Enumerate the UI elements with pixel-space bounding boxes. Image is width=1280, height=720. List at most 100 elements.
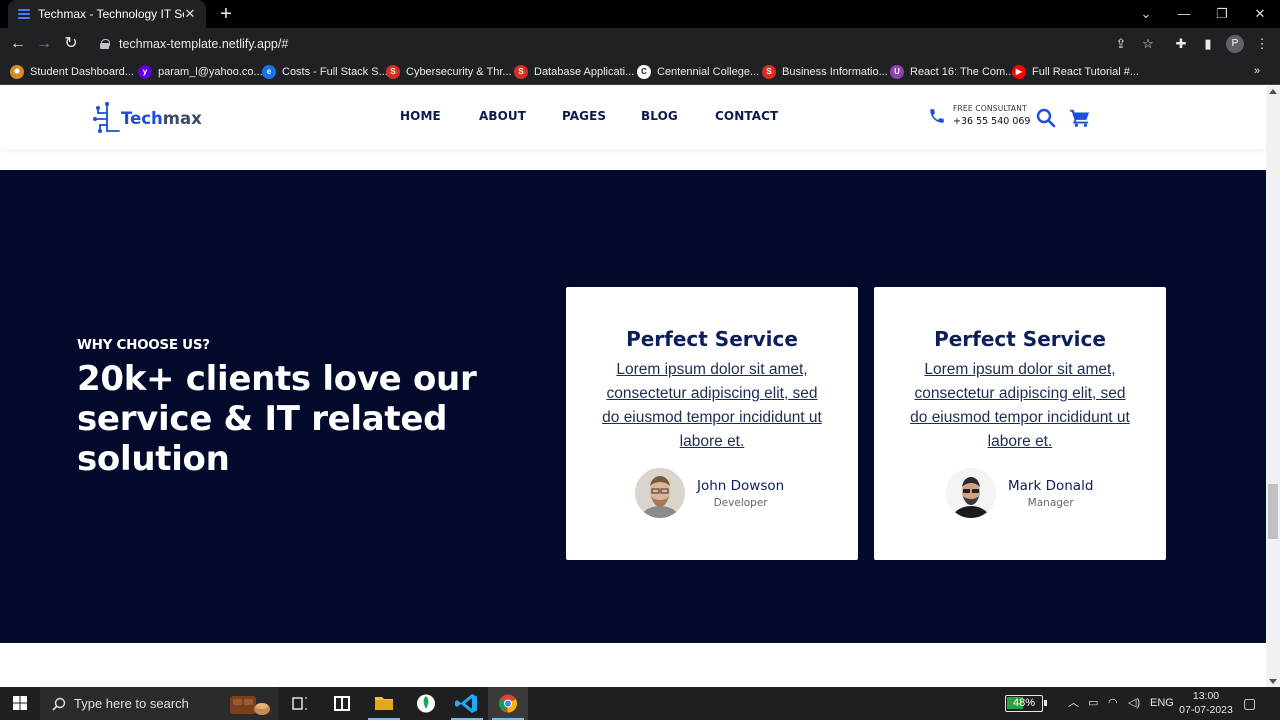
logo-text-max: max xyxy=(162,108,202,128)
windows-start-icon[interactable] xyxy=(0,687,40,720)
bookmark-item[interactable]: e Costs - Full Stack S... xyxy=(262,59,388,84)
author-name: Mark Donald xyxy=(1008,477,1094,494)
bookmark-label: React 16: The Com... xyxy=(910,65,1015,78)
cart-icon[interactable] xyxy=(1070,108,1090,128)
scroll-up-arrow-icon[interactable] xyxy=(1269,89,1277,94)
clock-time: 13:00 xyxy=(1192,690,1220,702)
reload-icon[interactable]: ↻ xyxy=(60,33,82,55)
back-arrow-icon[interactable]: ← xyxy=(7,33,29,55)
taskbar-app-vscode[interactable] xyxy=(447,687,487,720)
bookmark-item[interactable]: S Database Applicati... xyxy=(514,59,634,84)
card-author: John Dowson Developer xyxy=(635,468,784,518)
testimonial-card: Perfect Service Lorem ipsum dolor sit am… xyxy=(874,287,1166,560)
site-logo[interactable]: Techmax xyxy=(92,100,202,136)
new-tab-button[interactable]: + xyxy=(216,4,236,24)
close-tab-icon[interactable]: ✕ xyxy=(182,6,198,22)
vscode-icon xyxy=(455,694,477,713)
windows-taskbar: Type here to search 48% ︿ ▭ ◠ ◁) ENG 13:… xyxy=(0,687,1280,720)
nav-blog[interactable]: BLOG xyxy=(641,109,678,123)
battery-tray-icon[interactable]: ▭ xyxy=(1088,687,1098,720)
author-role: Manager xyxy=(1027,496,1074,509)
scroll-down-arrow-icon[interactable] xyxy=(1269,679,1277,684)
mongodb-icon xyxy=(417,694,435,713)
address-bar[interactable]: techmax-template.netlify.app/# xyxy=(88,31,1168,56)
avatar xyxy=(946,468,996,518)
network-icon[interactable]: ◠ xyxy=(1108,687,1118,720)
bookmark-item[interactable]: y param_l@yahoo.co... xyxy=(138,59,263,84)
system-clock[interactable]: 13:00 07-07-2023 xyxy=(1176,689,1236,717)
card-body[interactable]: Lorem ipsum dolor sit amet, consectetur … xyxy=(910,358,1130,454)
taskbar-app-terminal[interactable] xyxy=(322,687,362,720)
nav-home[interactable]: HOME xyxy=(400,109,441,123)
bookmark-label: Costs - Full Stack S... xyxy=(282,65,388,78)
free-consultant-contact[interactable]: FREE CONSULTANT +36 55 540 069 xyxy=(928,104,1030,127)
folder-icon xyxy=(375,697,393,710)
taskbar-app-chrome[interactable] xyxy=(488,687,528,720)
bookmark-item[interactable]: C Centennial College... xyxy=(637,59,759,84)
scrollbar-thumb[interactable] xyxy=(1268,484,1278,539)
bookmarks-overflow-chevron-icon[interactable]: » xyxy=(1254,59,1260,84)
browser-menu-icon[interactable]: ⋮ xyxy=(1252,35,1272,53)
side-panel-icon[interactable]: ▮ xyxy=(1198,35,1218,53)
maximize-window-button[interactable]: ❐ xyxy=(1203,0,1241,28)
testimonial-card: Perfect Service Lorem ipsum dolor sit am… xyxy=(566,287,858,560)
author-name: John Dowson xyxy=(697,477,785,494)
bookmark-item[interactable]: ✸ Student Dashboard... xyxy=(10,59,134,84)
browser-tab-active[interactable]: Techmax - Technology IT Solution ✕ xyxy=(8,0,206,28)
page-scrollbar[interactable] xyxy=(1266,86,1280,687)
nav-contact[interactable]: CONTACT xyxy=(715,109,778,123)
task-view-icon xyxy=(292,697,307,710)
bookmark-label: Cybersecurity & Thr... xyxy=(406,65,512,78)
bookmark-favicon-icon: S xyxy=(386,64,400,79)
card-title: Perfect Service xyxy=(626,327,798,351)
bookmark-item[interactable]: U React 16: The Com... xyxy=(890,59,1014,84)
bookmark-label: Full React Tutorial #... xyxy=(1032,65,1139,78)
language-indicator[interactable]: ENG xyxy=(1150,687,1174,720)
minimize-window-button[interactable]: — xyxy=(1165,0,1203,28)
bookmark-item[interactable]: S Cybersecurity & Thr... xyxy=(386,59,512,84)
search-icon xyxy=(52,697,66,711)
search-icon[interactable] xyxy=(1036,108,1056,128)
show-hidden-icons-chevron-icon[interactable]: ︿ xyxy=(1068,687,1079,720)
author-role: Developer xyxy=(713,496,768,509)
bookmark-star-icon[interactable]: ☆ xyxy=(1138,35,1158,53)
browser-toolbar: ← → ↻ techmax-template.netlify.app/# xyxy=(0,28,1280,59)
extensions-puzzle-icon[interactable]: ✚ xyxy=(1171,35,1191,53)
task-view-button[interactable] xyxy=(280,687,320,720)
bookmark-favicon-icon: e xyxy=(262,64,276,79)
bookmark-favicon-icon: S xyxy=(514,64,528,79)
nav-pages[interactable]: PAGES xyxy=(562,109,606,123)
forward-arrow-icon[interactable]: → xyxy=(33,33,55,55)
card-body[interactable]: Lorem ipsum dolor sit amet, consectetur … xyxy=(602,358,822,454)
bookmark-item[interactable]: S Business Informatio... xyxy=(762,59,888,84)
bookmark-item[interactable]: ▶ Full React Tutorial #... xyxy=(1012,59,1139,84)
consult-phone: +36 55 540 069 xyxy=(953,116,1031,127)
web-page: Techmax HOME ABOUT PAGES BLOG CONTACT FR… xyxy=(0,86,1266,687)
taskbar-search-placeholder: Type here to search xyxy=(74,696,189,711)
bookmarks-bar: ✸ Student Dashboard... y param_l@yahoo.co..… xyxy=(0,59,1280,85)
phone-icon xyxy=(930,108,944,123)
close-window-button[interactable]: ✕ xyxy=(1241,0,1279,28)
browser-tab-strip: Techmax - Technology IT Solution ✕ + ⌄ —… xyxy=(0,0,1280,28)
avatar xyxy=(635,468,685,518)
profile-avatar[interactable]: P xyxy=(1226,35,1244,53)
bookmark-label: Business Informatio... xyxy=(782,65,888,78)
notifications-icon[interactable]: ▢ xyxy=(1243,687,1256,720)
bookmark-label: param_l@yahoo.co... xyxy=(158,65,263,78)
nav-about[interactable]: ABOUT xyxy=(479,109,526,123)
tab-title: Techmax - Technology IT Solution xyxy=(38,7,184,21)
volume-icon[interactable]: ◁) xyxy=(1128,687,1140,720)
taskbar-app-file-explorer[interactable] xyxy=(364,687,404,720)
consult-label: FREE CONSULTANT xyxy=(953,104,1027,113)
battery-indicator[interactable]: 48% xyxy=(1005,695,1047,712)
taskbar-app-mongodb[interactable] xyxy=(406,687,446,720)
bookmark-favicon-icon: ✸ xyxy=(10,64,24,79)
chocolate-decoration-icon xyxy=(230,696,270,715)
share-icon[interactable]: ⇪ xyxy=(1111,35,1131,53)
url-text: techmax-template.netlify.app/# xyxy=(119,36,289,51)
site-header: Techmax HOME ABOUT PAGES BLOG CONTACT FR… xyxy=(0,86,1266,149)
taskbar-search-box[interactable]: Type here to search xyxy=(40,687,278,720)
site-favicon-icon xyxy=(18,8,30,20)
tab-search-chevron-icon[interactable]: ⌄ xyxy=(1127,0,1165,28)
bookmark-favicon-icon: U xyxy=(890,64,904,79)
